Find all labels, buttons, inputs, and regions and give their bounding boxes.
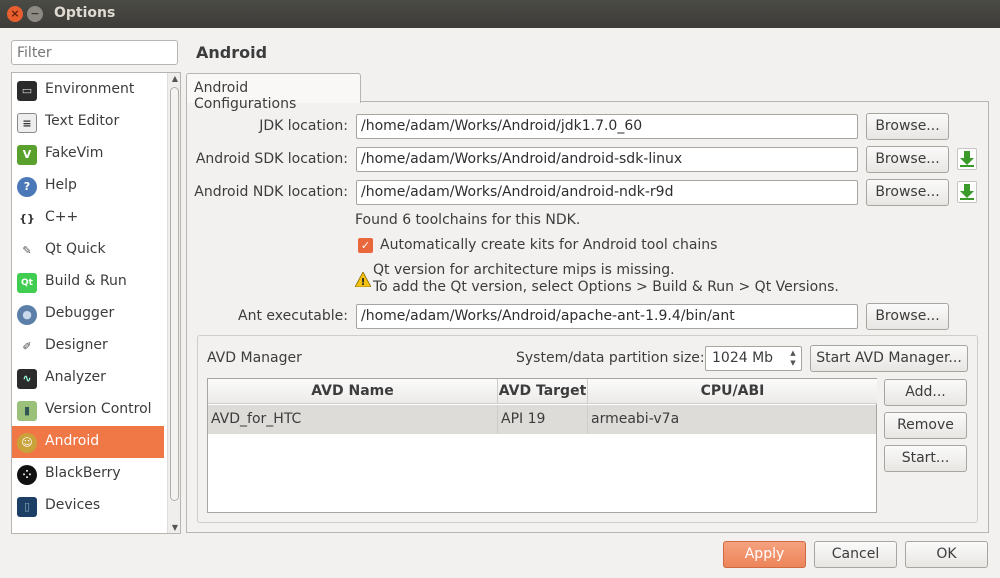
download-sdk-icon[interactable]: [957, 148, 977, 170]
title-bar: × − Options: [0, 0, 1000, 28]
download-ndk-icon[interactable]: [957, 181, 977, 203]
braces-icon: {}: [19, 212, 35, 225]
ant-label: Ant executable:: [238, 308, 348, 324]
sidebar-item-label: Build & Run: [45, 273, 127, 289]
warning-line-1: Qt version for architecture mips is miss…: [373, 262, 675, 278]
sidebar-item-fakevim[interactable]: V FakeVim: [12, 138, 164, 170]
ok-button[interactable]: OK: [905, 541, 988, 568]
avd-target-cell: API 19: [498, 405, 588, 434]
spin-down-icon[interactable]: ▼: [786, 358, 800, 368]
sidebar-item-designer[interactable]: ✐ Designer: [12, 330, 164, 362]
ant-executable-field[interactable]: /home/adam/Works/Android/apache-ant-1.9.…: [356, 304, 858, 329]
android-icon: ☺: [17, 433, 37, 453]
sidebar-item-text-editor[interactable]: ≡ Text Editor: [12, 106, 164, 138]
ndk-label: Android NDK location:: [194, 184, 348, 200]
text-document-icon: ≡: [17, 113, 37, 133]
sidebar-item-analyzer[interactable]: ∿ Analyzer: [12, 362, 164, 394]
sidebar-item-label: C++: [45, 209, 79, 225]
minimize-icon[interactable]: −: [27, 6, 43, 22]
sidebar-item-label: Environment: [45, 81, 135, 97]
sidebar-item-environment[interactable]: ▭ Environment: [12, 74, 164, 106]
avd-manager-title: AVD Manager: [207, 350, 302, 366]
help-icon: ?: [17, 177, 37, 197]
fakevim-icon: V: [17, 145, 37, 165]
scrollbar-thumb[interactable]: [170, 87, 179, 501]
sdk-location-field[interactable]: /home/adam/Works/Android/android-sdk-lin…: [356, 147, 858, 172]
blackberry-icon: ⁘: [17, 465, 37, 485]
sidebar-item-qt-quick[interactable]: ✎ Qt Quick: [12, 234, 164, 266]
sidebar-item-version-control[interactable]: ▮ Version Control: [12, 394, 164, 426]
start-avd-button[interactable]: Start...: [884, 445, 967, 472]
cancel-button[interactable]: Cancel: [814, 541, 897, 568]
sidebar-item-blackberry[interactable]: ⁘ BlackBerry: [12, 458, 164, 490]
sidebar-item-label: Debugger: [45, 305, 115, 321]
add-avd-button[interactable]: Add...: [884, 379, 967, 406]
category-list: ▭ Environment ≡ Text Editor V FakeVim ? …: [11, 72, 181, 534]
device-icon: ▯: [17, 497, 37, 517]
jdk-browse-button[interactable]: Browse...: [866, 113, 949, 140]
ndk-browse-button[interactable]: Browse...: [866, 179, 949, 206]
jdk-label: JDK location:: [259, 118, 348, 134]
ndk-location-field[interactable]: /home/adam/Works/Android/android-ndk-r9d: [356, 180, 858, 205]
sidebar-item-devices[interactable]: ▯ Devices: [12, 490, 164, 522]
page-title: Android: [196, 43, 268, 62]
sidebar-item-label: Designer: [45, 337, 108, 353]
warning-glyph: !: [361, 277, 366, 287]
ant-browse-button[interactable]: Browse...: [866, 303, 949, 330]
column-header-cpu-abi[interactable]: CPU/ABI: [588, 379, 877, 404]
column-header-avd-name[interactable]: AVD Name: [208, 379, 498, 404]
build-run-icon: Qt: [17, 273, 37, 293]
sdk-browse-button[interactable]: Browse...: [866, 146, 949, 173]
analyzer-icon: ∿: [17, 369, 37, 389]
partition-size-label: System/data partition size:: [516, 350, 705, 366]
sidebar-item-help[interactable]: ? Help: [12, 170, 164, 202]
warning-line-2: To add the Qt version, select Options > …: [373, 279, 839, 295]
sdk-label: Android SDK location:: [195, 151, 348, 167]
close-icon[interactable]: ×: [7, 6, 23, 22]
scroll-down-icon[interactable]: ▼: [170, 523, 180, 532]
toolchains-info: Found 6 toolchains for this NDK.: [355, 212, 581, 228]
sidebar-item-label: Help: [45, 177, 77, 193]
designer-icon: ✐: [22, 340, 32, 353]
sidebar-item-label: Qt Quick: [45, 241, 106, 257]
filter-input[interactable]: [11, 40, 178, 65]
sidebar-item-label: FakeVim: [45, 145, 104, 161]
auto-kits-label[interactable]: Automatically create kits for Android to…: [380, 237, 717, 253]
warning-icon: !: [355, 272, 371, 287]
apply-button[interactable]: Apply: [723, 541, 806, 568]
spin-up-icon[interactable]: ▲: [786, 348, 800, 358]
version-control-icon: ▮: [17, 401, 37, 421]
qt-quick-icon: ✎: [22, 244, 32, 257]
sidebar-item-label: Android: [45, 433, 100, 449]
sidebar-item-build-run[interactable]: Qt Build & Run: [12, 266, 164, 298]
debugger-icon: ●: [17, 305, 37, 325]
sidebar-item-android[interactable]: ☺ Android: [12, 426, 164, 458]
avd-name-cell: AVD_for_HTC: [208, 405, 498, 434]
table-row[interactable]: AVD_for_HTC API 19 armeabi-v7a: [208, 405, 876, 434]
column-header-avd-target[interactable]: AVD Target: [498, 379, 588, 404]
sidebar-item-label: Version Control: [45, 401, 152, 417]
monitor-icon: ▭: [17, 81, 37, 101]
start-avd-manager-button[interactable]: Start AVD Manager...: [810, 345, 968, 372]
scroll-up-icon[interactable]: ▲: [170, 74, 180, 83]
sidebar-scrollbar[interactable]: ▲ ▼: [167, 73, 180, 533]
sidebar-item-debugger[interactable]: ● Debugger: [12, 298, 164, 330]
avd-table: AVD Name AVD Target CPU/ABI AVD_for_HTC …: [207, 378, 877, 513]
jdk-location-field[interactable]: /home/adam/Works/Android/jdk1.7.0_60: [356, 114, 858, 139]
auto-kits-checkbox[interactable]: ✓: [358, 238, 373, 253]
sidebar-item-label: BlackBerry: [45, 465, 121, 481]
sidebar-item-label: Devices: [45, 497, 101, 513]
spin-buttons: ▲ ▼: [786, 348, 800, 368]
cpu-abi-cell: armeabi-v7a: [591, 411, 680, 427]
remove-avd-button[interactable]: Remove: [884, 412, 967, 439]
tab-android-configurations[interactable]: Android Configurations: [186, 73, 361, 112]
window-title: Options: [54, 5, 116, 21]
sidebar-item-label: Text Editor: [45, 113, 120, 129]
sidebar-item-cpp[interactable]: {} C++: [12, 202, 164, 234]
partition-size-value: 1024 Mb: [712, 350, 774, 366]
sidebar-item-label: Analyzer: [45, 369, 106, 385]
partition-size-spinbox[interactable]: 1024 Mb ▲ ▼: [705, 346, 802, 371]
